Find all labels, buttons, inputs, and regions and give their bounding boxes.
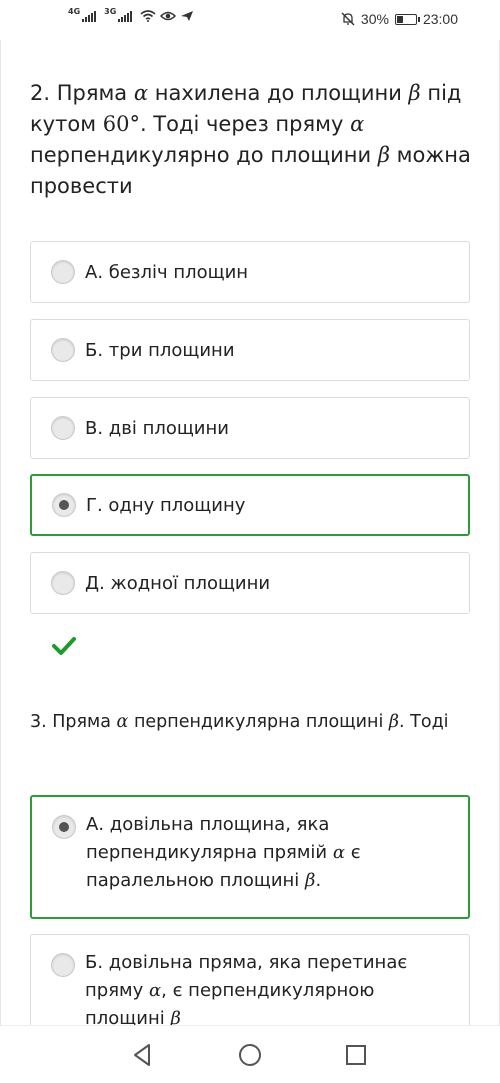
option-label: Г. одну площину bbox=[86, 494, 246, 516]
radio-button-checked[interactable] bbox=[52, 493, 76, 517]
back-icon[interactable] bbox=[130, 1042, 156, 1068]
status-left: 4G 3G bbox=[68, 6, 194, 22]
send-icon bbox=[181, 11, 194, 21]
battery-icon bbox=[394, 13, 420, 25]
radio-button-checked[interactable] bbox=[52, 815, 76, 839]
q2-option-c[interactable]: В. дві площини bbox=[30, 397, 470, 459]
clock: 23:00 bbox=[422, 11, 458, 27]
system-nav-bar bbox=[0, 1025, 500, 1083]
option-label: А. безліч площин bbox=[85, 261, 249, 283]
option-label: Д. жодної площини bbox=[85, 572, 271, 594]
radio-button[interactable] bbox=[51, 571, 75, 595]
radio-button[interactable] bbox=[51, 953, 75, 977]
question-2-text: 2. Пряма α нахилена до площини β під кут… bbox=[30, 81, 471, 198]
q2-option-d[interactable]: Г. одну площину bbox=[30, 474, 470, 536]
status-right: 30% 23:00 bbox=[341, 11, 458, 27]
wifi-icon bbox=[140, 10, 156, 22]
option-label: А. довільна площина, яка перпендикулярна… bbox=[86, 814, 361, 891]
q2-option-a[interactable]: А. безліч площин bbox=[30, 241, 470, 303]
q2-option-e[interactable]: Д. жодної площини bbox=[30, 552, 470, 614]
q2-option-b[interactable]: Б. три площини bbox=[30, 319, 470, 381]
signal-icon bbox=[82, 10, 97, 22]
q3-option-a[interactable]: А. довільна площина, яка перпендикулярна… bbox=[30, 795, 470, 919]
radio-button[interactable] bbox=[51, 260, 75, 284]
option-label: Б. довільна пряма, яка перетинає пряму α… bbox=[85, 952, 408, 1025]
network-type-1: 4G bbox=[68, 6, 81, 16]
question-3-text: 3. Пряма α перпендикулярна площині β. То… bbox=[30, 712, 449, 732]
recents-icon[interactable] bbox=[343, 1042, 369, 1068]
option-label: Б. три площини bbox=[85, 339, 235, 361]
network-type-2: 3G bbox=[104, 6, 117, 16]
q3-option-b[interactable]: Б. довільна пряма, яка перетинає пряму α… bbox=[30, 934, 470, 1025]
option-label: В. дві площини bbox=[85, 417, 229, 439]
status-bar: 4G 3G 30% 23:00 bbox=[0, 0, 500, 40]
radio-button[interactable] bbox=[51, 338, 75, 362]
quiz-content: 2. Пряма α нахилена до площини β під кут… bbox=[0, 40, 500, 1025]
radio-button[interactable] bbox=[51, 416, 75, 440]
eye-icon bbox=[160, 11, 177, 21]
battery-percent: 30% bbox=[360, 11, 389, 27]
home-icon[interactable] bbox=[237, 1042, 263, 1068]
signal-icon bbox=[118, 10, 133, 22]
mute-icon bbox=[341, 12, 355, 26]
checkmark-icon bbox=[52, 637, 76, 655]
